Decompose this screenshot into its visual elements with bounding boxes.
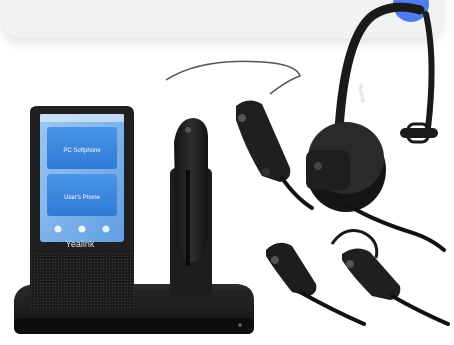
headband-brand-logo: Yealink — [356, 83, 365, 104]
touch-screen-base-unit: PC Softphone User's Phone Yealink — [30, 106, 134, 308]
product-image: PC Softphone User's Phone Yealink Yealin… — [0, 0, 454, 345]
users-phone-label: User's Phone — [64, 195, 100, 201]
mic-icon — [78, 225, 86, 233]
docked-headset — [170, 118, 212, 296]
earhook-headset-bottom-right — [330, 229, 450, 326]
pc-softphone-label: PC Softphone — [63, 148, 101, 154]
settings-icon — [102, 225, 110, 233]
headset-product-illustration: PC Softphone User's Phone Yealink Yealin… — [14, 2, 450, 334]
call-icon — [54, 225, 62, 233]
base-brand-logo: Yealink — [66, 239, 95, 249]
headband-headset: Yealink — [306, 2, 446, 252]
